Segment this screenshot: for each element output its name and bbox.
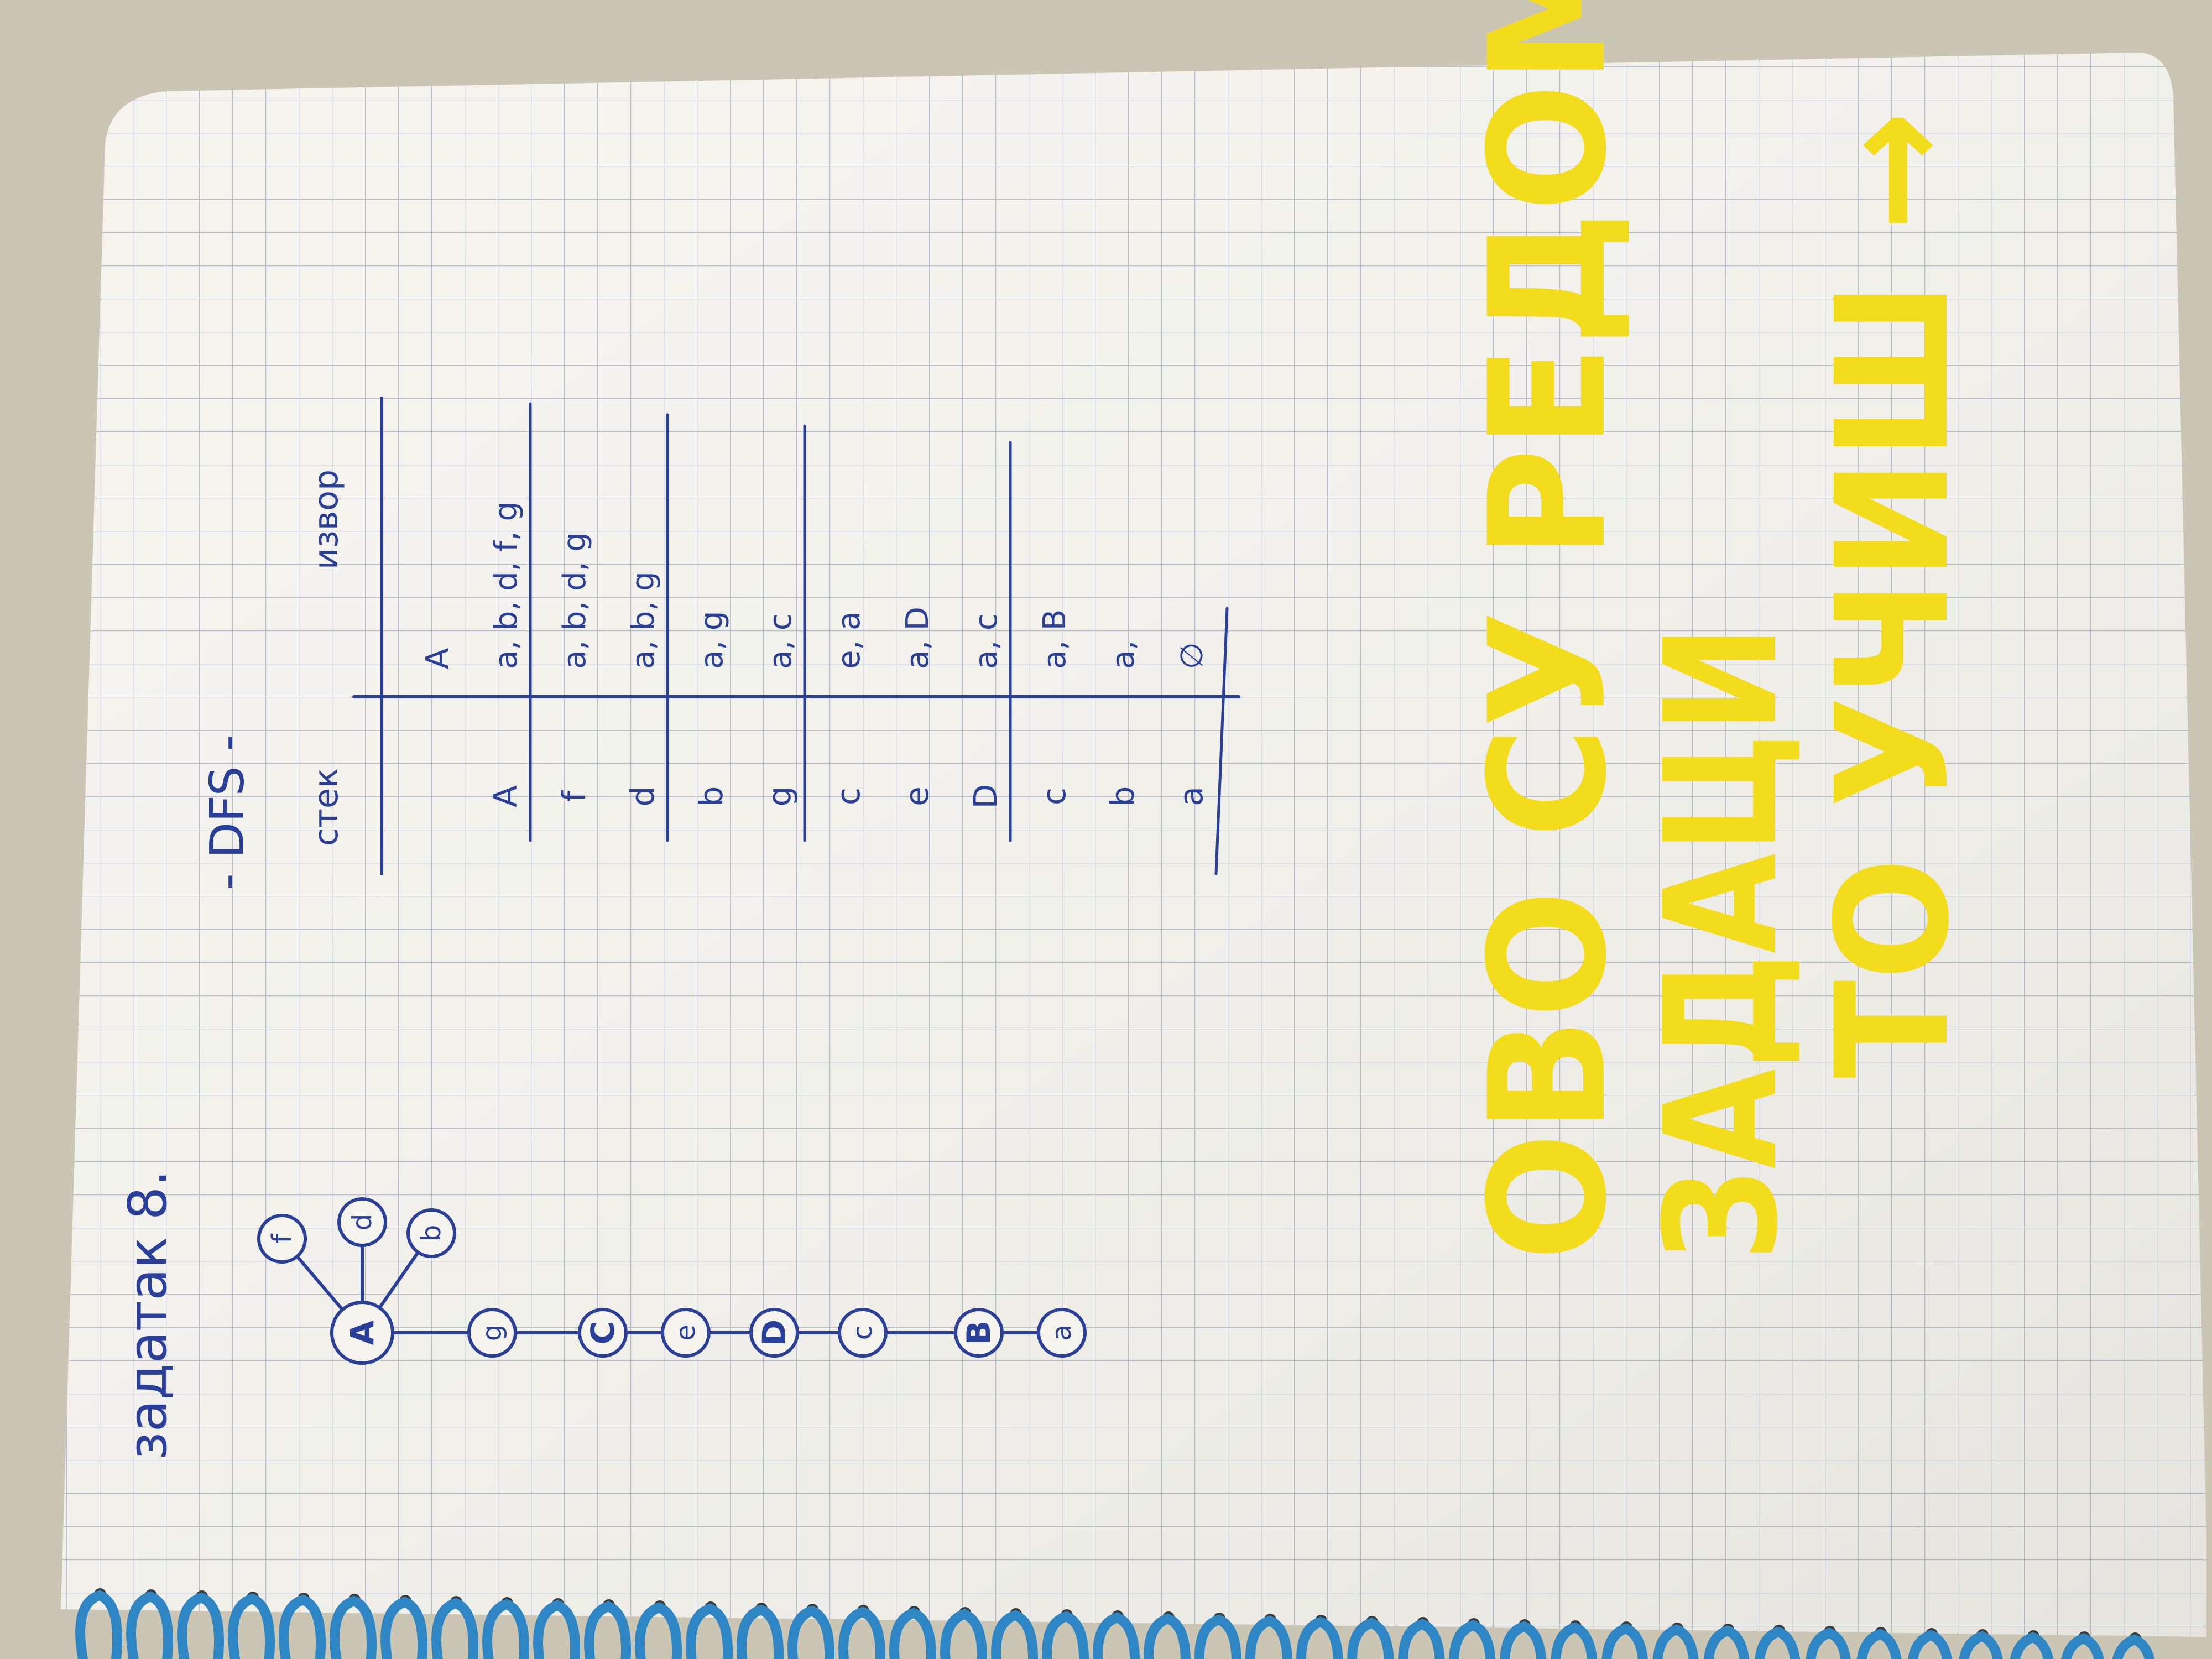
node-label: g bbox=[477, 1324, 508, 1341]
node-label: D bbox=[755, 1319, 793, 1346]
source-cell: A bbox=[420, 648, 456, 669]
source-cell: a, c bbox=[763, 613, 799, 669]
source-cell: a, B bbox=[1037, 609, 1073, 669]
stack-cell: d bbox=[624, 786, 661, 807]
source-cell: ∅ bbox=[1174, 642, 1210, 669]
stack-cell: b bbox=[1104, 786, 1141, 807]
source-cell: a, b, d, f, g bbox=[488, 502, 524, 669]
col-header-stack: стек bbox=[307, 768, 346, 846]
note-line-2: ЗАДАЦИ bbox=[1632, 625, 1812, 1261]
graph-node: A bbox=[330, 1301, 394, 1365]
graph-node: f bbox=[257, 1214, 307, 1264]
graph-node: b bbox=[406, 1208, 456, 1258]
graph-node: c bbox=[838, 1308, 888, 1358]
graph-node: a bbox=[1037, 1308, 1087, 1358]
col-header-source: извор bbox=[307, 469, 346, 570]
graph-node: D bbox=[749, 1308, 799, 1358]
notebook-photo: задатак 8. Af d b g Ce Dc Ba - DFS - стек изво… bbox=[0, 0, 2212, 1659]
graph-node: d bbox=[337, 1197, 387, 1247]
note-line-3: ТО УЧИШ → bbox=[1803, 111, 1984, 1078]
stack-cell: A bbox=[487, 785, 524, 807]
graph-node: B bbox=[954, 1308, 1004, 1358]
source-cell: e, a bbox=[831, 612, 867, 669]
stack-cell: D bbox=[967, 784, 1004, 809]
node-label: B bbox=[960, 1321, 998, 1345]
node-label: b bbox=[416, 1225, 447, 1241]
graph-node: g bbox=[467, 1308, 517, 1358]
method-title: - DFS - bbox=[200, 734, 255, 890]
source-cell: a, bbox=[1105, 640, 1141, 669]
source-cell: a, D bbox=[900, 607, 936, 669]
node-label: A bbox=[343, 1320, 381, 1345]
node-label: c bbox=[847, 1326, 878, 1340]
source-cell: a, b, g bbox=[625, 571, 661, 669]
stack-cell: g bbox=[761, 786, 799, 807]
table-row: A bbox=[420, 648, 456, 669]
graph-node: e bbox=[661, 1308, 711, 1358]
note-line-1: ОВО СУ РЕДОМ bbox=[1455, 0, 1642, 1261]
node-label: f bbox=[267, 1233, 298, 1243]
source-cell: a, g bbox=[694, 611, 730, 669]
stack-cell: e bbox=[898, 786, 936, 806]
node-label: d bbox=[347, 1214, 378, 1230]
heading: задатак 8. bbox=[118, 1170, 179, 1460]
source-cell: a, b, d, g bbox=[557, 532, 593, 669]
stack-cell: c bbox=[830, 787, 867, 805]
stack-cell: f bbox=[555, 790, 593, 802]
node-label: e bbox=[670, 1324, 701, 1341]
graph-node: C bbox=[578, 1308, 628, 1358]
node-label: a bbox=[1046, 1324, 1077, 1340]
stack-cell: c bbox=[1035, 787, 1073, 805]
source-cell: a, c bbox=[968, 613, 1004, 669]
stack-cell: b bbox=[692, 786, 730, 807]
stack-cell: a bbox=[1172, 786, 1210, 806]
node-label: C bbox=[584, 1321, 622, 1345]
